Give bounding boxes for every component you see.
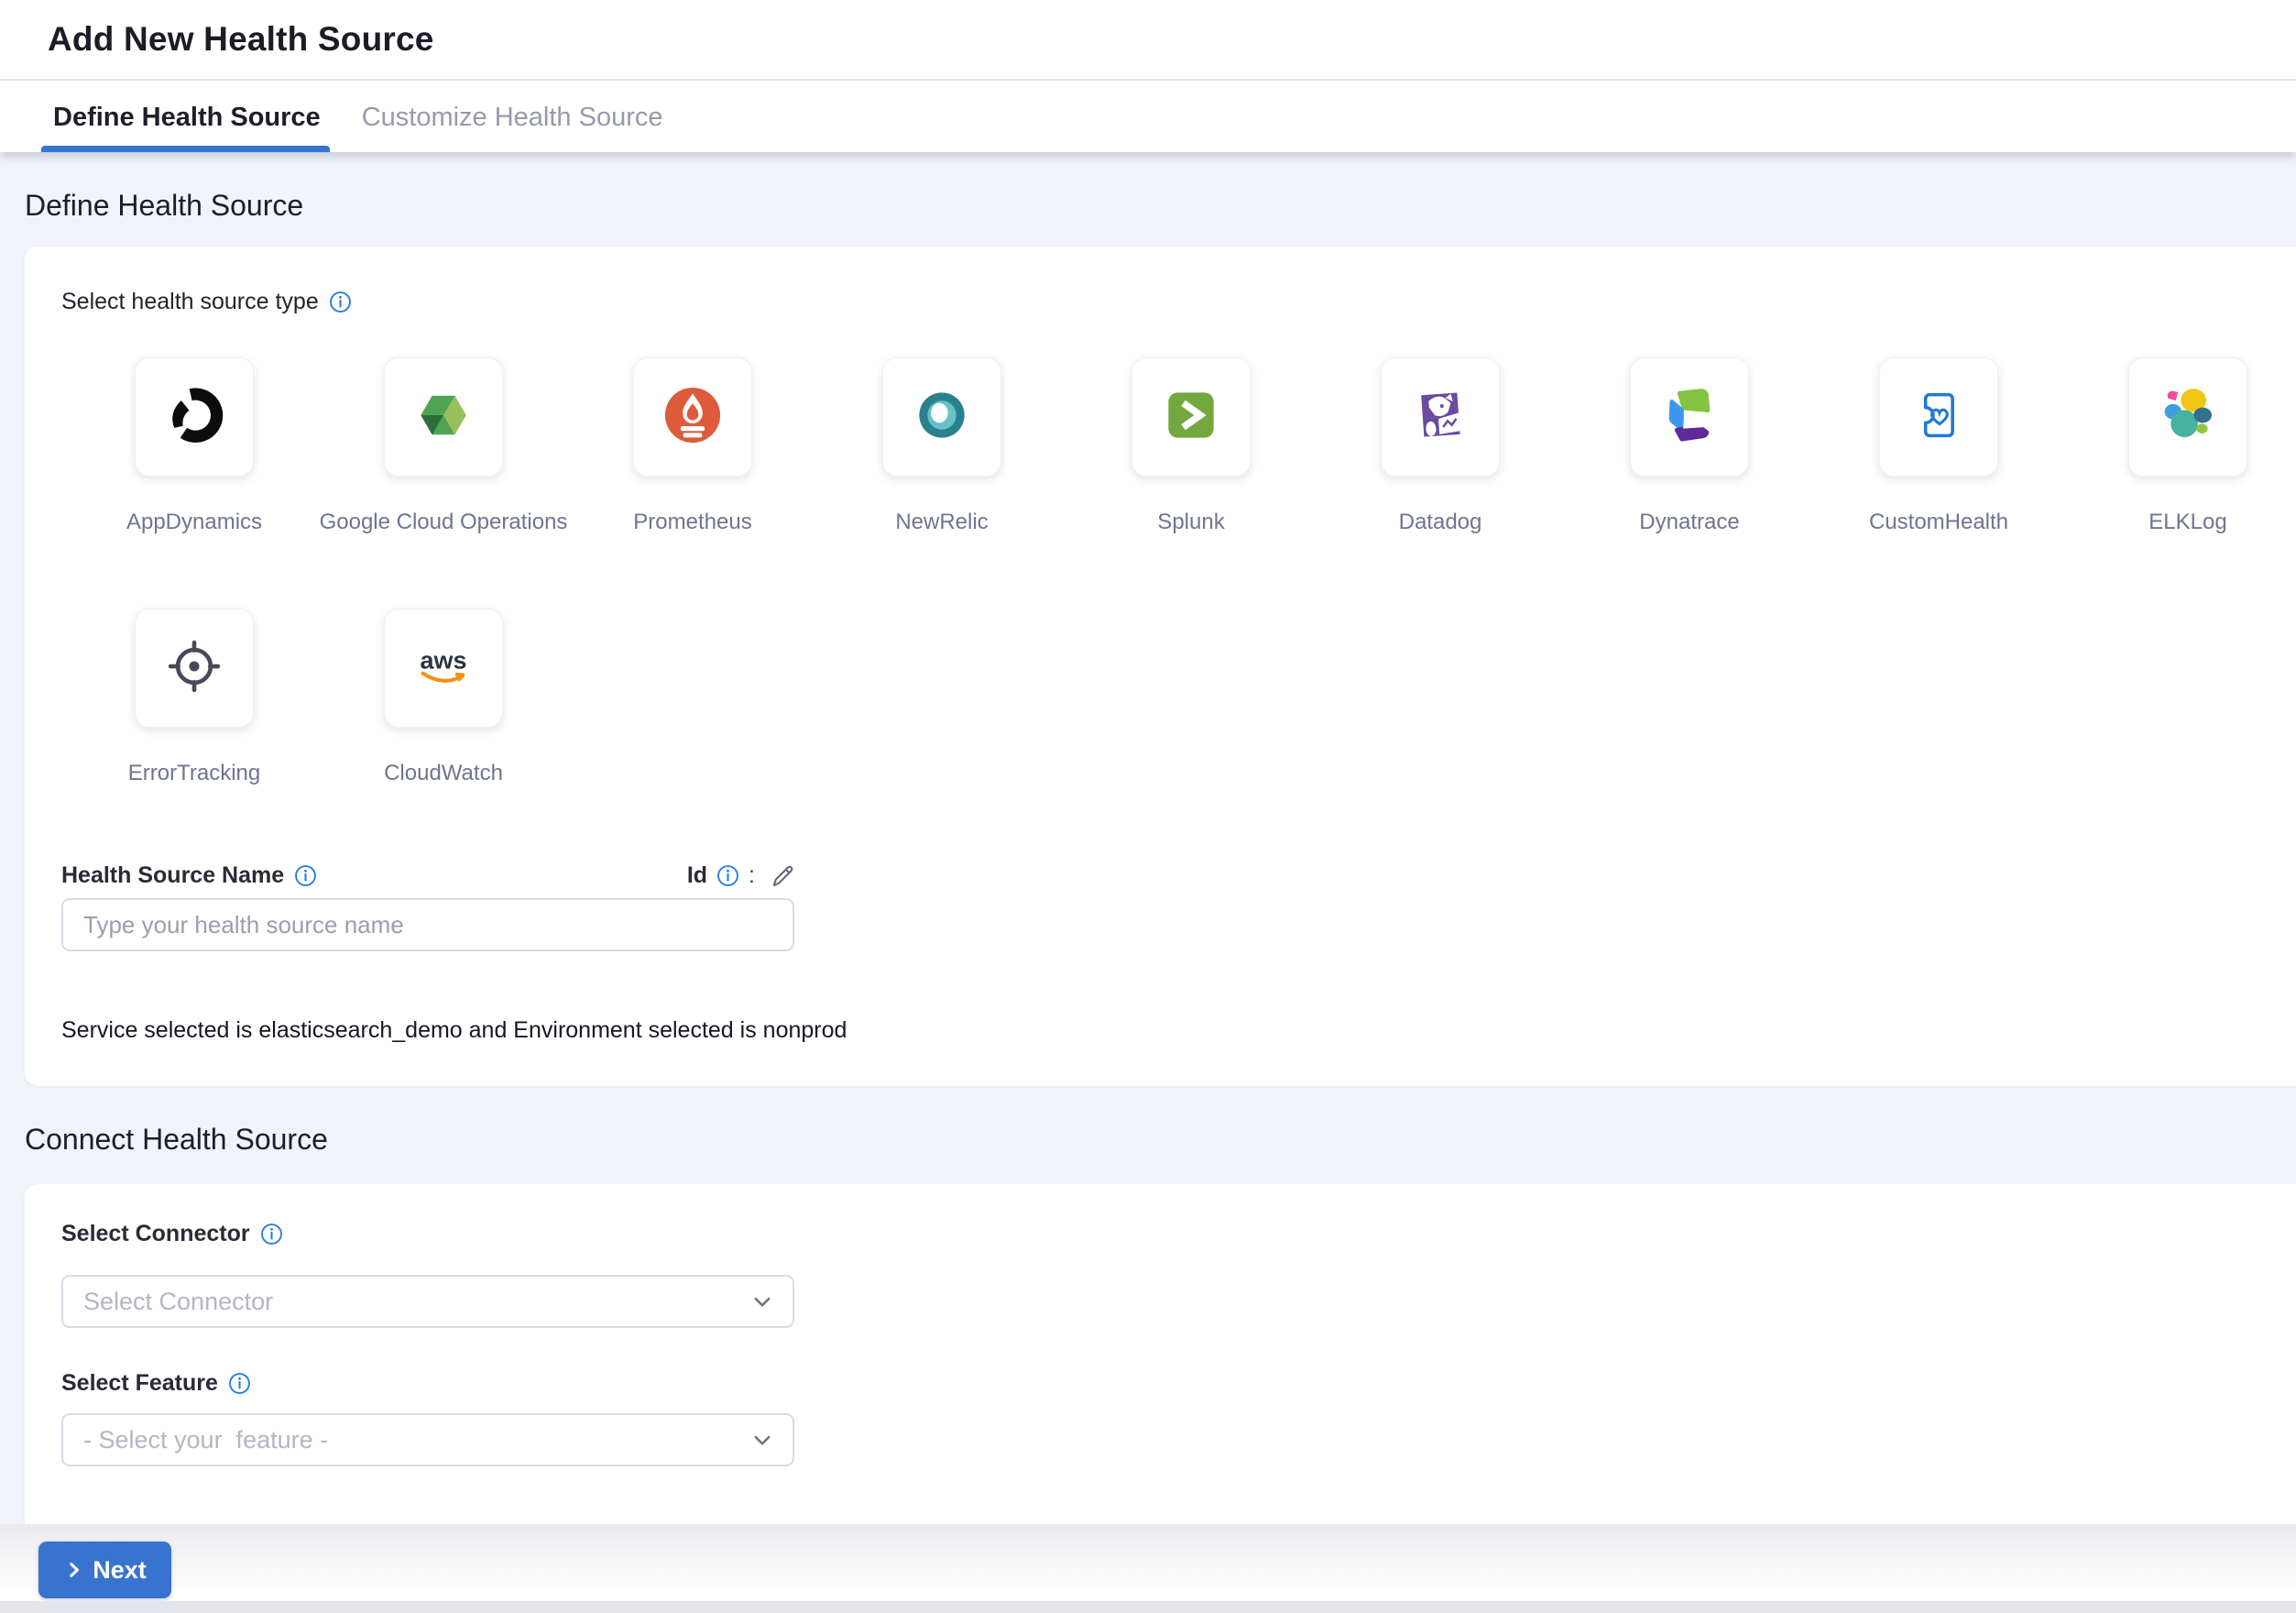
svg-text:aws: aws — [421, 646, 467, 674]
source-type-card-prometheus[interactable] — [633, 357, 752, 477]
select-feature-label: Select Feature — [61, 1370, 218, 1397]
next-button[interactable]: Next — [38, 1542, 171, 1598]
newrelic-icon — [908, 381, 976, 454]
source-type-datadog: Datadog — [1381, 357, 1500, 537]
source-type-label-newrelic: NewRelic — [895, 510, 988, 535]
info-icon[interactable] — [328, 290, 353, 314]
health-source-name-input[interactable] — [61, 898, 794, 951]
select-feature-dropdown[interactable]: - Select your feature - — [61, 1413, 794, 1466]
chevron-down-icon — [749, 1426, 776, 1454]
source-type-card-errortracking[interactable] — [135, 609, 254, 728]
wizard-tabbar: Define Health Source Customize Health So… — [0, 82, 2296, 152]
source-type-label-appdynamics: AppDynamics — [126, 510, 262, 535]
source-type-newrelic: NewRelic — [882, 357, 1001, 537]
select-source-type-label-row: Select health source type — [61, 289, 2259, 315]
source-type-customhealth: CustomHealth — [1879, 357, 1998, 537]
page-header: Add New Health Source — [0, 0, 2296, 81]
customhealth-icon — [1905, 381, 1973, 454]
health-source-name-label-row: Health Source Name — [61, 862, 318, 889]
select-feature-value: - Select your feature - — [83, 1426, 749, 1454]
service-environment-note: Service selected is elasticsearch_demo a… — [61, 1017, 2259, 1044]
splunk-icon — [1157, 381, 1225, 454]
next-button-label: Next — [93, 1556, 147, 1585]
info-icon[interactable] — [227, 1371, 252, 1396]
source-type-card-splunk[interactable] — [1132, 357, 1251, 477]
select-connector-label-row: Select Connector — [61, 1221, 2259, 1247]
chevron-right-icon — [63, 1559, 85, 1581]
edit-id-pencil-icon[interactable] — [767, 861, 794, 889]
source-type-card-datadog[interactable] — [1381, 357, 1500, 477]
source-type-grid-row-2: ErrorTracking aws CloudWatch — [135, 609, 2259, 788]
source-type-errortracking: ErrorTracking — [135, 609, 254, 788]
id-colon: : — [749, 862, 755, 889]
dynatrace-icon — [1656, 381, 1723, 454]
google-cloud-operations-icon — [410, 381, 477, 454]
select-connector-label: Select Connector — [61, 1221, 250, 1247]
source-type-cloudwatch: aws CloudWatch — [384, 609, 503, 788]
source-type-grid-row-1: AppDynamics Google Cloud Operations Promet… — [135, 357, 2259, 537]
tab-define-health-source[interactable]: Define Health Source — [53, 82, 321, 152]
errortracking-icon — [160, 632, 228, 705]
tab-label: Customize Health Source — [362, 103, 663, 133]
source-type-card-elklog[interactable] — [2128, 357, 2247, 477]
select-source-type-label: Select health source type — [61, 289, 319, 315]
cloudwatch-icon: aws — [410, 632, 477, 705]
source-type-prometheus: Prometheus — [633, 357, 752, 537]
source-type-gco: Google Cloud Operations — [384, 357, 503, 537]
prometheus-icon — [659, 381, 727, 454]
select-connector-value: Select Connector — [83, 1288, 749, 1316]
select-connector-dropdown[interactable]: Select Connector — [61, 1275, 794, 1328]
info-icon[interactable] — [716, 863, 740, 888]
source-type-card-dynatrace[interactable] — [1630, 357, 1749, 477]
id-label: Id — [687, 862, 707, 889]
define-health-source-card: Select health source type AppDynamics Goo… — [25, 247, 2296, 1086]
tab-label: Define Health Source — [53, 103, 321, 133]
source-type-label-errortracking: ErrorTracking — [128, 761, 260, 786]
define-section-heading: Define Health Source — [25, 189, 2296, 223]
source-type-label-customhealth: CustomHealth — [1869, 510, 2008, 535]
source-type-card-gco[interactable] — [384, 357, 503, 477]
source-type-label-gco: Google Cloud Operations — [320, 510, 568, 535]
page-title: Add New Health Source — [48, 20, 434, 59]
source-type-label-prometheus: Prometheus — [633, 510, 751, 535]
wizard-content: Define Health Source Select health sourc… — [0, 152, 2296, 1524]
source-type-dynatrace: Dynatrace — [1630, 357, 1749, 537]
appdynamics-icon — [160, 381, 228, 454]
id-group: Id : — [687, 861, 794, 889]
info-icon[interactable] — [293, 863, 318, 888]
source-type-card-newrelic[interactable] — [882, 357, 1001, 477]
elklog-icon — [2154, 381, 2222, 454]
wizard-footer: Next — [0, 1524, 2296, 1613]
bottom-strip — [0, 1601, 2296, 1613]
source-type-appdynamics: AppDynamics — [135, 357, 254, 537]
source-type-splunk: Splunk — [1132, 357, 1251, 537]
source-type-label-elklog: ELKLog — [2148, 510, 2226, 535]
tab-customize-health-source[interactable]: Customize Health Source — [362, 82, 663, 152]
datadog-icon — [1406, 381, 1474, 454]
name-id-row: Health Source Name Id : — [61, 861, 794, 889]
connect-health-source-card: Select Connector Select Connector Select… — [25, 1184, 2296, 1524]
source-type-label-splunk: Splunk — [1157, 510, 1224, 535]
source-type-elklog: ELKLog — [2128, 357, 2247, 537]
source-type-label-datadog: Datadog — [1399, 510, 1482, 535]
source-type-card-appdynamics[interactable] — [135, 357, 254, 477]
connect-section-heading: Connect Health Source — [25, 1123, 2296, 1157]
select-feature-label-row: Select Feature — [61, 1370, 2259, 1397]
source-type-label-cloudwatch: CloudWatch — [384, 761, 503, 786]
chevron-down-icon — [749, 1288, 776, 1315]
source-type-label-dynatrace: Dynatrace — [1639, 510, 1739, 535]
source-type-card-customhealth[interactable] — [1879, 357, 1998, 477]
info-icon[interactable] — [259, 1222, 284, 1246]
source-type-card-cloudwatch[interactable]: aws — [384, 609, 503, 728]
health-source-name-label: Health Source Name — [61, 862, 284, 889]
